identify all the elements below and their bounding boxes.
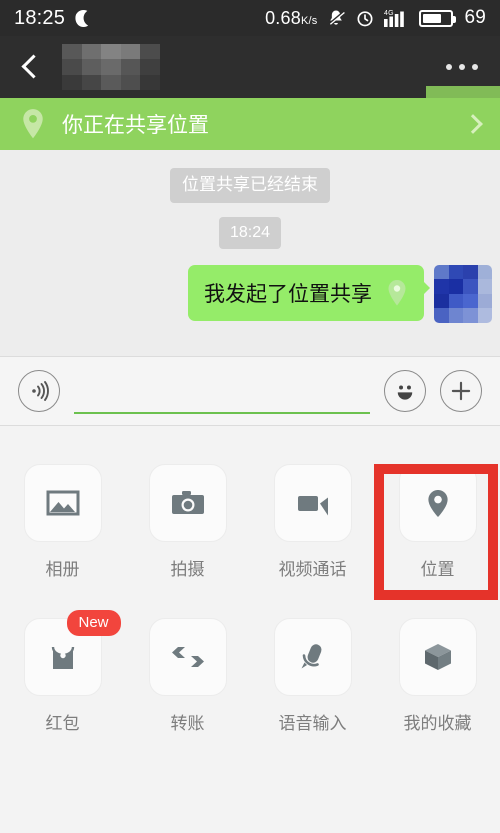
plus-icon[interactable] (440, 370, 482, 412)
network-speed-unit: K/s (300, 14, 318, 27)
system-message-row: 位置共享已经结束 (0, 168, 500, 203)
panel-item-transfer[interactable]: 转账 (125, 612, 250, 740)
input-bar (0, 356, 500, 426)
bell-muted-icon (329, 10, 346, 25)
panel-item-video-call[interactable]: 视频通话 (250, 458, 375, 586)
message-input-wrap (74, 368, 370, 414)
location-pin-icon (388, 279, 406, 306)
system-message: 位置共享已经结束 (170, 168, 330, 203)
message-row: 我发起了位置共享 (0, 264, 500, 323)
panel-item-camera[interactable]: 拍摄 (125, 458, 250, 586)
message-text: 我发起了位置共享 (204, 282, 372, 306)
battery-icon (419, 9, 457, 27)
title-mosaic (62, 44, 160, 90)
battery-percent: 69 (464, 7, 486, 28)
panel-row-1: 相册 拍摄 视频通话 位置 (0, 458, 500, 586)
status-bar: 18:25 0.68 K/s 4G 69 (0, 0, 500, 36)
smiley-face-icon[interactable] (384, 370, 426, 412)
message-bubble[interactable]: 我发起了位置共享 (188, 264, 430, 321)
transfer-arrows-icon[interactable] (148, 618, 227, 696)
attachment-panel: 相册 拍摄 视频通话 位置 New 红包 转账 语音输入 我的收藏 (0, 426, 500, 833)
svg-text:4G: 4G (384, 10, 394, 17)
panel-item-label: 转账 (170, 714, 205, 733)
location-pin-icon (23, 109, 43, 139)
chat-timestamp: 18:24 (218, 216, 282, 249)
favorites-cube-icon[interactable] (398, 618, 477, 696)
more-options-icon[interactable] (446, 64, 478, 70)
avatar-mosaic (434, 264, 492, 323)
panel-item-label: 视频通话 (278, 560, 347, 579)
panel-item-label: 拍摄 (170, 560, 205, 579)
panel-item-album[interactable]: 相册 (0, 458, 125, 586)
timestamp-row: 18:24 (0, 216, 500, 249)
moon-icon (75, 10, 92, 27)
chevron-right-icon (463, 114, 483, 134)
new-badge: New (66, 610, 121, 636)
panel-item-red-packet[interactable]: New 红包 (0, 610, 125, 740)
alarm-clock-icon (357, 11, 373, 27)
panel-item-voice-input[interactable]: 语音输入 (250, 612, 375, 740)
status-icons: 0.68 K/s 4G 69 (265, 7, 486, 29)
photo-album-icon[interactable] (23, 464, 102, 542)
panel-item-label: 位置 (420, 560, 455, 579)
network-speed-value: 0.68 (265, 7, 301, 28)
voice-wave-icon[interactable] (18, 370, 60, 412)
panel-item-label: 语音输入 (278, 714, 347, 733)
network-speed: 0.68 K/s (265, 8, 317, 29)
panel-item-favorites[interactable]: 我的收藏 (375, 612, 500, 740)
nav-bar (0, 36, 500, 98)
location-share-banner[interactable]: 你正在共享位置 (0, 98, 500, 150)
panel-item-location[interactable]: 位置 (375, 458, 500, 586)
camera-icon[interactable] (148, 464, 227, 542)
panel-item-label: 我的收藏 (403, 714, 472, 733)
panel-row-2: New 红包 转账 语音输入 我的收藏 (0, 610, 500, 740)
location-pin-icon[interactable] (398, 464, 477, 542)
avatar[interactable] (434, 264, 492, 323)
phone-screen: 18:25 0.68 K/s 4G 69 位置共享已经结束 18:24 我发起了… (0, 0, 500, 833)
back-chevron-icon[interactable] (18, 54, 44, 80)
share-banner-text: 你正在共享位置 (62, 114, 209, 137)
video-call-icon[interactable] (273, 464, 352, 542)
message-input[interactable] (74, 385, 370, 414)
panel-item-label: 红包 (45, 714, 80, 733)
microphone-icon[interactable] (273, 618, 352, 696)
page-title (62, 44, 160, 90)
panel-item-label: 相册 (45, 560, 80, 579)
status-time: 18:25 (14, 6, 66, 29)
signal-bars-4g-icon: 4G (384, 10, 405, 27)
